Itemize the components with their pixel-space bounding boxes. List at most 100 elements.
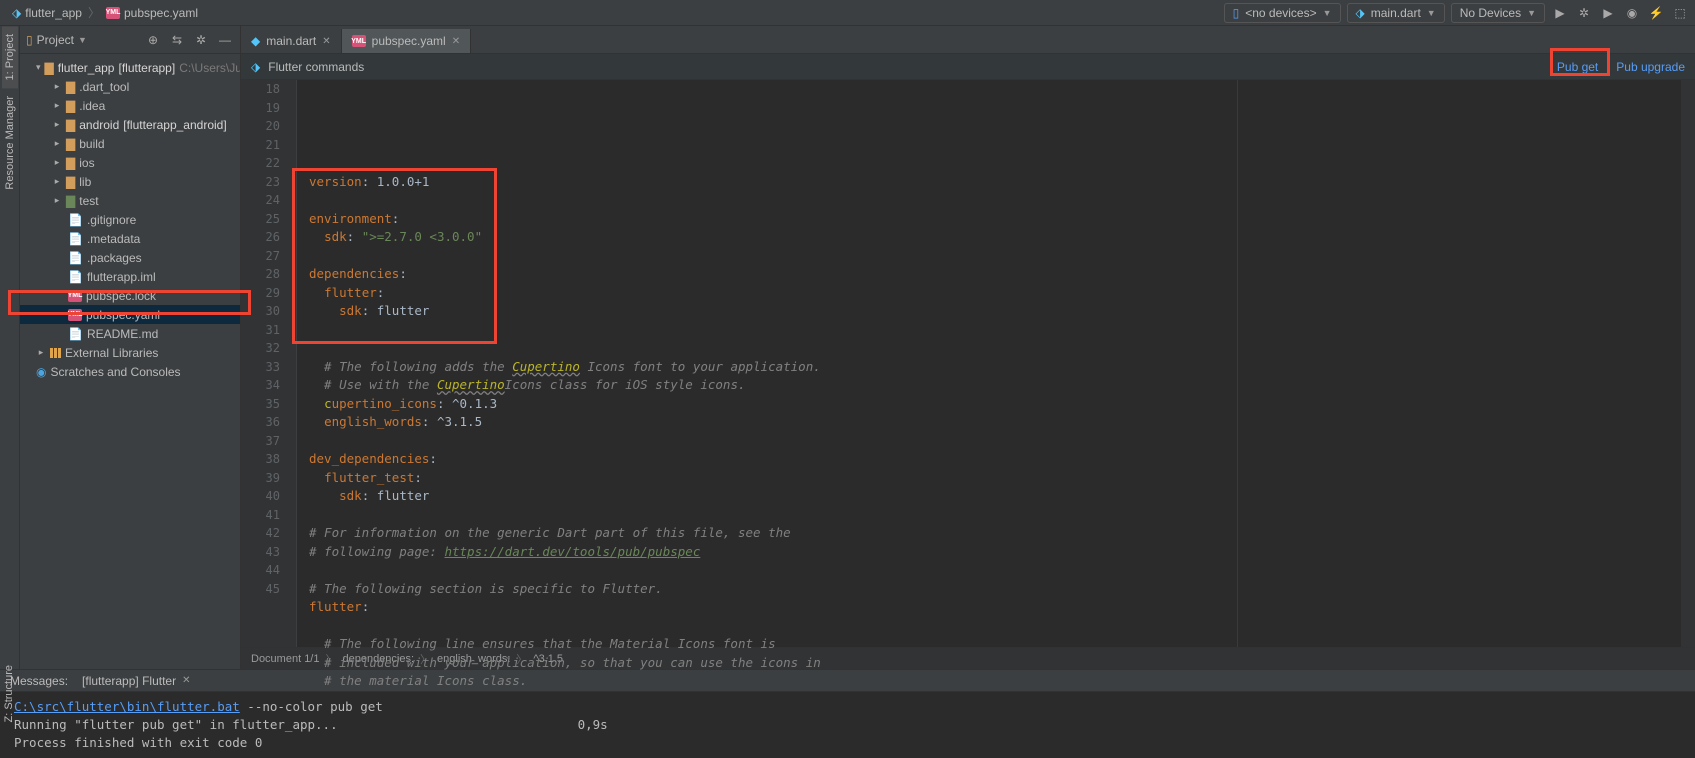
tree-root-suffix: [flutterapp] [118, 61, 175, 75]
tab-main-dart[interactable]: ◆ main.dart ✕ [241, 29, 342, 53]
settings-icon[interactable]: ✲ [192, 33, 210, 47]
run-button[interactable]: ▶ [1551, 6, 1569, 20]
breadcrumb-sep: 〉 [88, 4, 100, 21]
coverage-button[interactable]: ▶ [1599, 6, 1617, 20]
editor-tabs: ◆ main.dart ✕ YML pubspec.yaml ✕ [241, 26, 1695, 54]
tree-external-libs[interactable]: ▸ External Libraries [20, 343, 240, 362]
tree-item-selected[interactable]: YMLpubspec.yaml [20, 305, 240, 324]
folder-icon: ▇ [66, 99, 75, 113]
library-icon [50, 348, 61, 358]
tree-label: .packages [87, 251, 142, 265]
folder-icon: ▇ [45, 61, 54, 75]
tab-label: main.dart [266, 34, 316, 48]
debug-button[interactable]: ✲ [1575, 6, 1593, 20]
collapse-icon[interactable]: ⇆ [168, 33, 186, 47]
breadcrumb-file: pubspec.yaml [124, 6, 198, 20]
tree-label: lib [79, 175, 91, 189]
tree-item[interactable]: ▸ ▇ .idea [20, 96, 240, 115]
tree-root-path: C:\Users\Juli... [179, 61, 240, 75]
tree-label: .gitignore [87, 213, 136, 227]
tree-item[interactable]: 📄 .packages [20, 248, 240, 267]
expand-icon[interactable]: ▸ [36, 347, 46, 358]
expand-icon[interactable]: ▸ [52, 157, 62, 168]
terminal-timing: 0,9s [578, 717, 608, 732]
file-icon: 📄 [68, 213, 83, 227]
locate-icon[interactable]: ⊕ [144, 33, 162, 47]
tree-item[interactable]: ▸▇ios [20, 153, 240, 172]
attach-button[interactable]: ⬚ [1671, 6, 1689, 20]
project-tree[interactable]: ▾ ▇ flutter_app [flutterapp] C:\Users\Ju… [20, 54, 240, 669]
tab-pubspec[interactable]: YML pubspec.yaml ✕ [342, 29, 471, 53]
tree-label: pubspec.lock [86, 289, 156, 303]
chevron-down-icon: ▼ [1427, 8, 1436, 18]
tree-root[interactable]: ▾ ▇ flutter_app [flutterapp] C:\Users\Ju… [20, 58, 240, 77]
tree-label: ios [79, 156, 94, 170]
close-icon[interactable]: ✕ [322, 36, 330, 47]
pub-get-link[interactable]: Pub get [1557, 60, 1598, 74]
file-icon: 📄 [68, 270, 83, 284]
expand-icon[interactable]: ▸ [52, 138, 62, 149]
tree-label: Scratches and Consoles [50, 365, 180, 379]
resource-manager-tab[interactable]: Resource Manager [2, 88, 18, 198]
project-view-selector[interactable]: ▯ Project ▼ [26, 33, 138, 47]
project-panel-title: Project [37, 33, 74, 47]
run-config-label: main.dart [1371, 6, 1421, 20]
hot-reload-button[interactable]: ⚡ [1647, 6, 1665, 20]
messages-tab[interactable]: [flutterapp] Flutter [82, 674, 176, 688]
tree-item[interactable]: YML pubspec.lock [20, 286, 240, 305]
tree-scratches[interactable]: ◉Scratches and Consoles [20, 362, 240, 381]
minimap[interactable] [1681, 80, 1695, 647]
messages-label: Messages: [10, 674, 68, 688]
tree-item[interactable]: ▸▇lib [20, 172, 240, 191]
run-config-selector[interactable]: ⬗ main.dart ▼ [1347, 3, 1445, 23]
expand-icon[interactable]: ▸ [52, 119, 62, 130]
devices-dropdown-label: No Devices [1460, 6, 1521, 20]
folder-icon: ▇ [66, 80, 75, 94]
tree-item[interactable]: ▸▇android [flutterapp_android] [20, 115, 240, 134]
breadcrumb-project: flutter_app [25, 6, 82, 20]
expand-icon[interactable]: ▸ [52, 176, 62, 187]
expand-icon[interactable]: ▸ [52, 100, 62, 111]
tree-label: .metadata [87, 232, 140, 246]
folder-icon: ▇ [66, 118, 75, 132]
structure-tool-tab[interactable]: Z: Structure [0, 659, 18, 728]
tree-label: .idea [79, 99, 105, 113]
tree-item[interactable]: ▸▇build [20, 134, 240, 153]
top-right-toolbar: ▯ <no devices> ▼ ⬗ main.dart ▼ No Device… [1224, 3, 1689, 23]
tree-item[interactable]: 📄 .metadata [20, 229, 240, 248]
right-margin-ruler [1237, 80, 1238, 647]
yaml-icon: YML [68, 290, 82, 302]
terminal-path[interactable]: C:\src\flutter\bin\flutter.bat [14, 699, 240, 714]
expand-icon[interactable]: ▸ [52, 195, 62, 206]
folder-icon: ▇ [66, 194, 75, 208]
yaml-icon: YML [106, 7, 120, 19]
file-icon: 📄 [68, 232, 83, 246]
terminal-output[interactable]: C:\src\flutter\bin\flutter.bat --no-colo… [0, 691, 1695, 758]
tree-item[interactable]: 📄flutterapp.iml [20, 267, 240, 286]
device-selector-label: <no devices> [1245, 6, 1316, 20]
profile-button[interactable]: ◉ [1623, 6, 1641, 20]
code-content[interactable]: version: 1.0.0+1 environment: sdk: ">=2.… [297, 80, 1681, 647]
tree-item[interactable]: ▸▇.dart_tool [20, 77, 240, 96]
tree-item[interactable]: ▸ ▇ test [20, 191, 240, 210]
file-icon: 📄 [68, 251, 83, 265]
tree-label: test [79, 194, 98, 208]
tree-label: External Libraries [65, 346, 158, 360]
tree-item[interactable]: 📄README.md [20, 324, 240, 343]
device-selector[interactable]: ▯ <no devices> ▼ [1224, 3, 1341, 23]
breadcrumb[interactable]: ⬗ flutter_app 〉 YML pubspec.yaml [6, 4, 204, 21]
expand-icon[interactable]: ▸ [52, 81, 62, 92]
flutter-commands-bar: ⬗ Flutter commands Pub get Pub upgrade [241, 54, 1695, 80]
folder-icon: ▯ [26, 33, 33, 47]
pub-upgrade-link[interactable]: Pub upgrade [1616, 60, 1685, 74]
expand-icon[interactable]: ▾ [36, 62, 41, 73]
hide-icon[interactable]: — [216, 33, 234, 47]
close-icon[interactable]: ✕ [452, 36, 460, 47]
close-icon[interactable]: ✕ [182, 675, 190, 686]
tree-label: android [79, 118, 119, 132]
tree-label: pubspec.yaml [86, 308, 160, 322]
tree-item[interactable]: 📄 .gitignore [20, 210, 240, 229]
project-tool-tab[interactable]: 1: Project [2, 26, 18, 88]
code-editor[interactable]: 1819202122232425262728293031323334353637… [241, 80, 1695, 647]
devices-dropdown[interactable]: No Devices ▼ [1451, 3, 1545, 23]
